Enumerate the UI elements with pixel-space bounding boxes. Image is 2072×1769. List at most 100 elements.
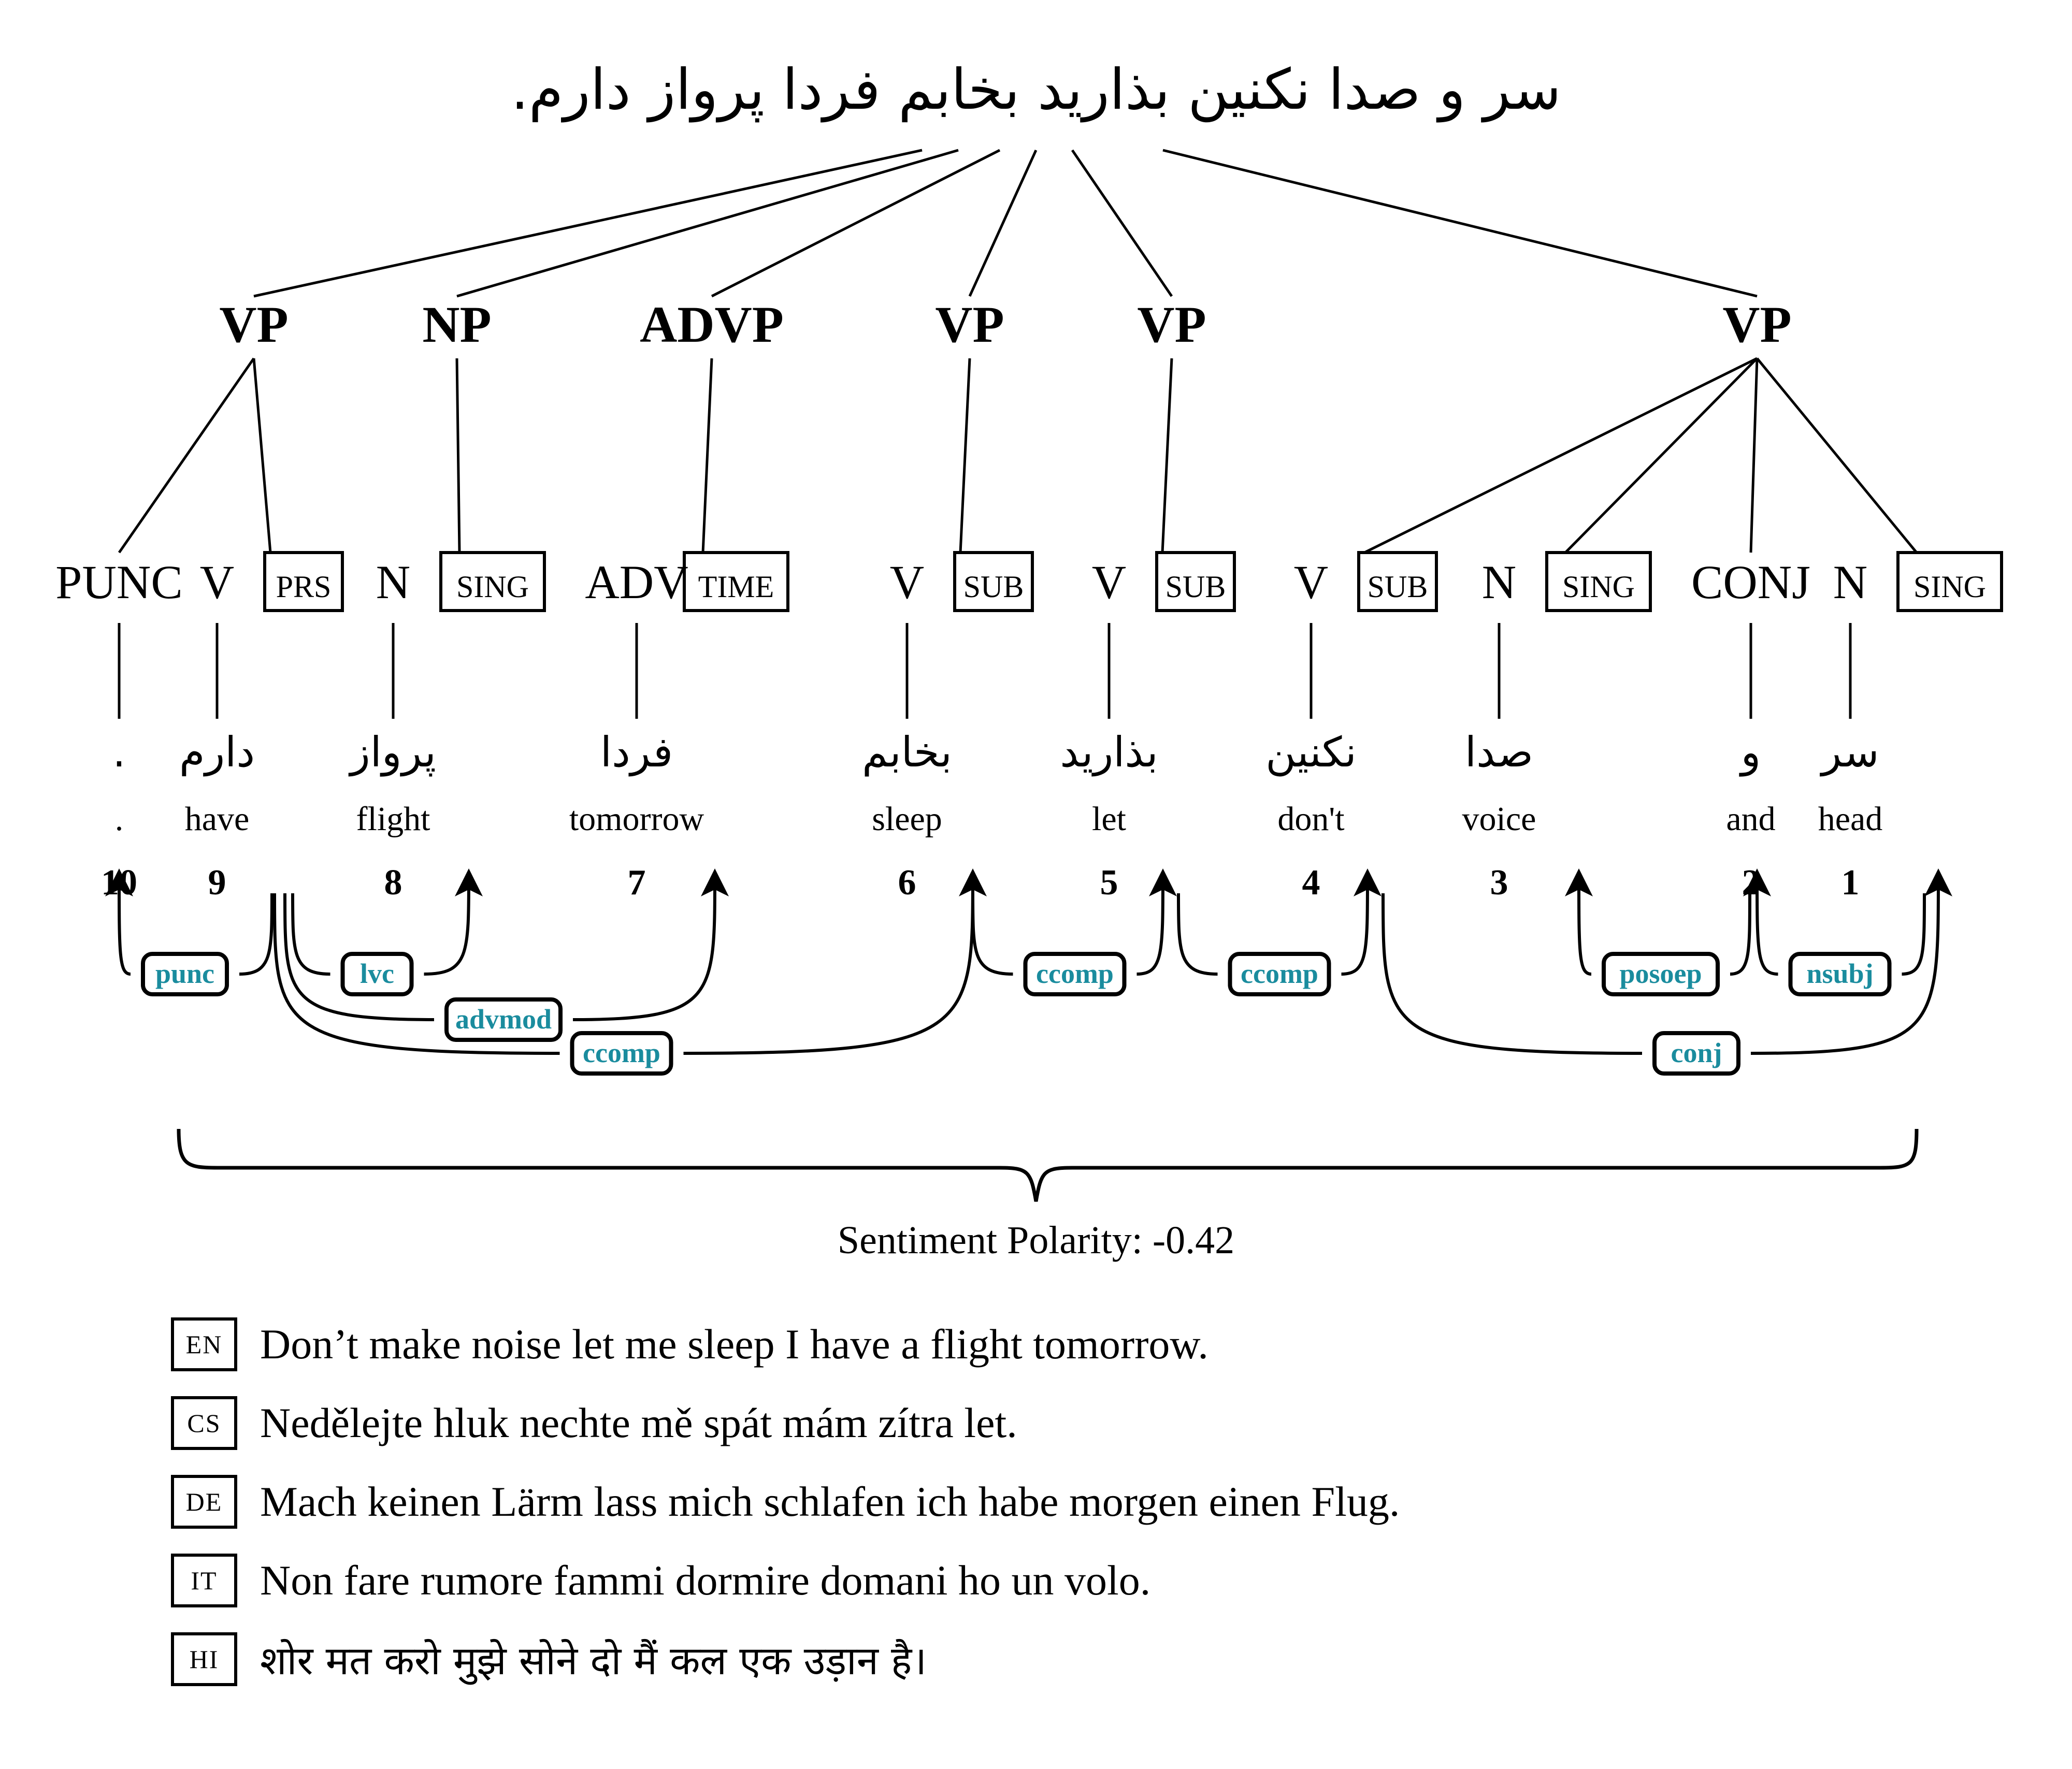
feature-label-sub: SUB [963,570,1024,604]
root-edge [456,149,959,298]
phrase-node-vp: VP [1722,296,1791,353]
token-word-10: . [112,728,125,776]
pos-tag-8: N [376,556,410,608]
token-index-3: 3 [1490,863,1508,903]
language-code-badge-cs: CS [171,1396,237,1450]
token-index-4: 4 [1302,863,1320,903]
root-edge [253,149,923,298]
translation-row: IT Non fare rumore fammi dormire domani h… [171,1541,2036,1620]
pos-tag-2: CONJ [1691,556,1810,608]
token-gloss-3: voice [1462,800,1536,838]
phrase-node-np: NP [422,296,491,353]
token-index-7: 7 [628,863,646,903]
token-word-5: بذارید [1060,728,1158,777]
language-code-badge-en: EN [171,1317,237,1371]
phrase-edge [252,358,272,553]
token-index-8: 8 [384,863,402,903]
phrase-node-layer: VP NP ADVP VP VP VP [219,296,1791,353]
pos-tag-6: V [890,556,924,608]
token-gloss-5: let [1092,800,1126,838]
phrase-edge [118,357,255,554]
phrase-edge [701,358,713,553]
translations-list: EN Don’t make noise let me sleep I have a… [171,1305,2036,1699]
dependency-label-ccomp: ccomp [1241,958,1318,989]
sentence-brace [177,1128,1919,1202]
token-word-9: دارم [179,728,255,777]
feature-label-sub: SUB [1166,570,1226,604]
phrase-to-pos-edges [118,357,1918,554]
feature-label-sing: SING [1913,570,1986,604]
pos-tag-1: N [1833,556,1867,608]
dependency-label-nsubj: nsubj [1806,958,1873,989]
token-gloss-1: head [1818,800,1883,838]
phrase-node-vp: VP [1137,296,1206,353]
word-layer: ..10دارمhave9پروازflight8فرداtomorrow7بخ… [101,728,1882,903]
phrase-node-vp: VP [935,296,1004,353]
pos-tag-3: N [1482,556,1516,608]
token-gloss-6: sleep [872,800,942,838]
language-code-badge-hi: HI [171,1632,237,1686]
feature-label-sub: SUB [1368,570,1428,604]
token-gloss-9: have [185,800,250,838]
root-edge [1071,149,1173,297]
root-edge [1162,149,1758,298]
dependency-label-advmod: advmod [455,1004,552,1035]
language-code-badge-it: IT [171,1554,237,1607]
translation-row: CS Nedělejte hluk nechte mě spát mám zítr… [171,1384,2036,1462]
phrase-node-vp: VP [219,296,288,353]
pos-tag-9: V [200,556,234,608]
translation-text-de: Mach keinen Lärm lass mich schlafen ich … [260,1478,1400,1525]
translation-text-en: Don’t make noise let me sleep I have a f… [260,1321,1208,1368]
phrase-edge [1749,358,1759,553]
root-edge [968,149,1038,297]
feature-label-sing: SING [1562,570,1635,604]
translation-text-hi: शोर मत करो मुझे सोने दो मैं कल एक उड़ान … [260,1637,927,1684]
token-word-3: صدا [1465,728,1533,776]
phrase-edge [1564,357,1758,554]
token-index-5: 5 [1100,863,1118,903]
parse-tree-figure: سر و صدا نکنین بذارید بخابم فردا پرواز د… [0,0,2072,1769]
token-index-9: 9 [208,863,226,903]
language-code-badge-de: DE [171,1475,237,1529]
token-word-6: بخابم [862,728,952,777]
pos-tag-4: V [1294,556,1328,608]
token-word-2: و [1739,728,1761,777]
feature-label-prs: PRS [276,570,332,604]
phrase-edge [1756,357,1918,554]
token-index-6: 6 [898,863,916,903]
root-edges [253,149,1758,298]
token-word-8: پرواز [348,728,436,777]
dependency-label-posoep: posoep [1619,958,1702,989]
translation-text-it: Non fare rumore fammi dormire domani ho … [260,1557,1151,1604]
translation-row: HI शोर मत करो मुझे सोने दो मैं कल एक उड़ा… [171,1620,2036,1699]
token-word-7: فردا [600,728,673,777]
token-gloss-4: don't [1277,800,1344,838]
phrase-edge [1161,358,1173,553]
dependency-label-lvc: lvc [360,958,394,989]
dependency-label-ccomp: ccomp [583,1037,660,1068]
root-edge [711,149,1001,298]
token-gloss-7: tomorrow [569,800,704,838]
translation-text-cs: Nedělejte hluk nechte mě spát mám zítra … [260,1399,1017,1446]
pos-tag-layer: PUNC PRS V SING N TIME ADV SUB V SUB V SUB V SING N CON… [55,551,2003,612]
dependency-arc-layer: punc lvc ccomp ccomp posoep nsubj advmod ccomp c… [119,875,1938,1076]
token-word-1: سر [1819,728,1879,777]
phrase-edge [1363,357,1758,554]
pos-tag-10: PUNC [55,556,182,608]
token-index-1: 1 [1841,863,1860,903]
source-sentence: سر و صدا نکنین بذارید بخابم فردا پرواز د… [511,57,1561,123]
phrase-edge [959,358,971,553]
token-gloss-10: . [115,800,124,838]
dependency-label-ccomp: ccomp [1036,958,1114,989]
pos-tag-7: ADV [585,556,688,608]
dependency-label-punc: punc [155,958,214,989]
token-gloss-8: flight [356,800,430,838]
phrase-edge [455,358,461,553]
token-word-4: نکنین [1265,728,1357,777]
dependency-label-conj: conj [1671,1037,1722,1068]
feature-label-sing: SING [456,570,529,604]
pos-tag-5: V [1092,556,1126,608]
token-gloss-2: and [1726,800,1775,838]
sentiment-polarity-label: Sentiment Polarity: -0.42 [838,1219,1234,1262]
translation-row: EN Don’t make noise let me sleep I have a… [171,1305,2036,1384]
